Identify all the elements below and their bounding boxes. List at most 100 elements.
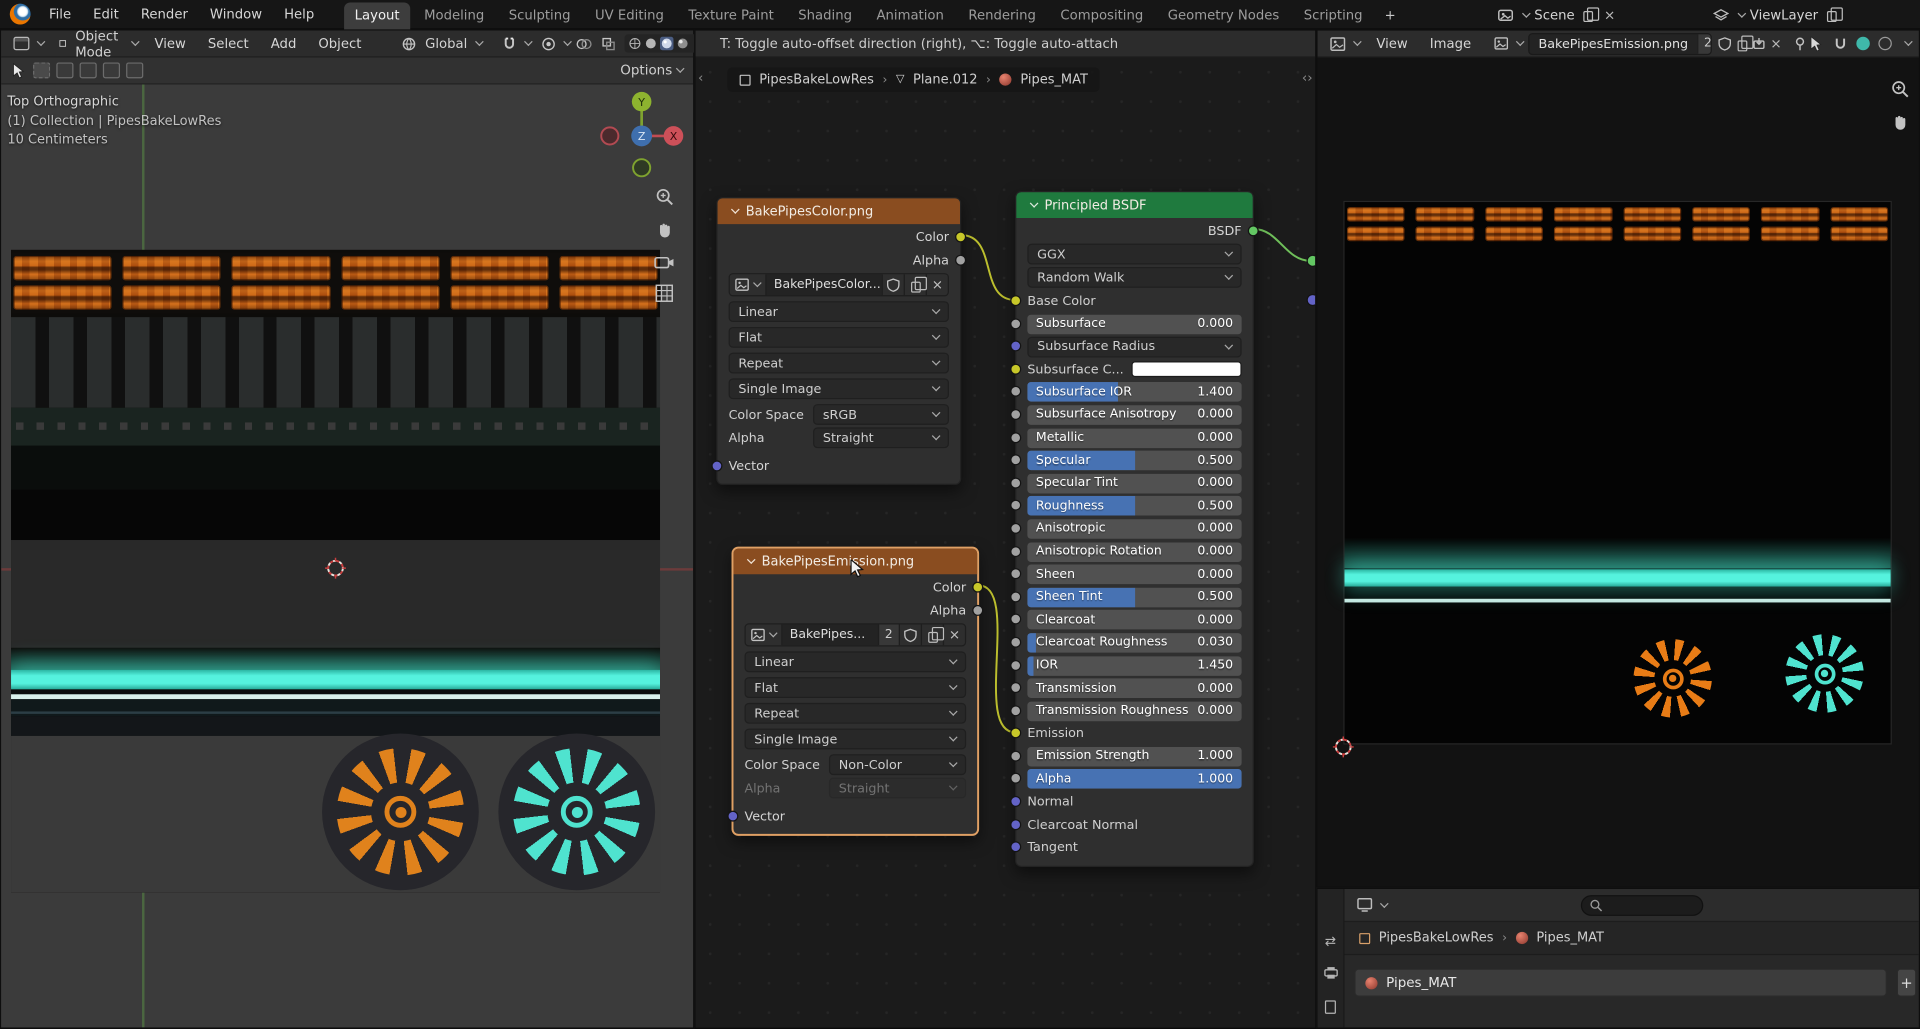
mode-selector[interactable]: Object Mode (54, 28, 144, 60)
socket-subsurface-ior[interactable] (1010, 386, 1021, 397)
collapse-icon[interactable] (747, 555, 756, 564)
add-workspace-button[interactable]: + (1376, 2, 1404, 29)
socket-anisotropic-rotation[interactable] (1010, 546, 1021, 557)
image-name[interactable]: BakePipes... (782, 624, 877, 645)
unlink-image-icon[interactable]: × (926, 274, 948, 295)
display-channels-icon[interactable] (1878, 37, 1891, 50)
value-slider[interactable]: Anisotropic Rotation0.000 (1027, 542, 1241, 562)
output-alpha[interactable]: Alpha (729, 250, 949, 271)
socket-tangent[interactable] (1010, 842, 1021, 853)
socket-vector[interactable] (727, 810, 738, 821)
vector-dropdown[interactable]: Subsurface Radius (1027, 336, 1241, 357)
distribution-row[interactable]: GGX (1027, 244, 1241, 265)
options-dropdown[interactable]: Options (620, 62, 683, 78)
value-slider[interactable]: Sheen Tint0.500 (1027, 587, 1241, 607)
bsdf-input-anisotropic[interactable]: Anisotropic0.000 (1027, 519, 1241, 539)
snap-magnet-icon[interactable] (1833, 36, 1848, 51)
image-datablock-field[interactable]: BakePipesEmission.png 2 (1529, 32, 1712, 54)
socket-emission[interactable] (1010, 728, 1021, 739)
value-slider[interactable]: Metallic0.000 (1027, 428, 1241, 448)
bsdf-input-subsurface[interactable]: Subsurface0.000 (1027, 314, 1241, 334)
value-slider[interactable]: Anisotropic0.000 (1027, 519, 1241, 539)
output-alpha[interactable]: Alpha (744, 600, 966, 621)
select-mode-subtract[interactable] (80, 62, 97, 78)
editor-type-button[interactable] (1325, 36, 1365, 51)
dropdown-linear[interactable]: Linear (729, 301, 949, 322)
menu-view[interactable]: View (1365, 29, 1418, 58)
bsdf-input-subsurface-ior[interactable]: Subsurface IOR1.400 (1027, 383, 1241, 403)
bsdf-input-sheen[interactable]: Sheen0.000 (1027, 565, 1241, 585)
menu-object[interactable]: Object (307, 29, 372, 58)
breadcrumb-mesh[interactable]: Plane.012 (913, 72, 977, 87)
node-principled-bsdf[interactable]: Principled BSDF BSDF GGX Random Walk Bas… (1015, 191, 1254, 867)
subsurface-method-row[interactable]: Random Walk (1027, 267, 1241, 288)
value-slider[interactable]: Subsurface Anisotropy0.000 (1027, 405, 1241, 425)
new-image-icon[interactable] (1734, 35, 1751, 52)
value-slider[interactable]: Transmission Roughness0.000 (1027, 701, 1241, 721)
socket-sheen-tint[interactable] (1010, 591, 1021, 602)
bsdf-input-anisotropic-rotation[interactable]: Anisotropic Rotation0.000 (1027, 542, 1241, 562)
new-view-layer-icon[interactable] (1823, 6, 1840, 23)
grid-toggle-icon[interactable] (655, 284, 673, 302)
add-material-button[interactable]: + (1897, 969, 1917, 997)
workspace-tab-sculpting[interactable]: Sculpting (498, 2, 582, 29)
bsdf-input-subsurface-c[interactable]: Subsurface C... (1027, 360, 1241, 380)
socket-roughness[interactable] (1010, 500, 1021, 511)
dropdown-repeat[interactable]: Repeat (729, 353, 949, 374)
alpha-mode-dropdown[interactable]: Straight (813, 427, 949, 448)
socket-clearcoat-normal[interactable] (1010, 819, 1021, 830)
menu-view[interactable]: View (143, 29, 196, 58)
value-slider[interactable]: Specular0.500 (1027, 451, 1241, 471)
socket-subsurface-c[interactable] (1010, 363, 1021, 374)
navigation-gizmo[interactable]: Y X Z (590, 84, 693, 191)
bsdf-input-roughness[interactable]: Roughness0.500 (1027, 496, 1241, 516)
value-slider[interactable]: Subsurface0.000 (1027, 314, 1241, 334)
workspace-tab-texture-paint[interactable]: Texture Paint (677, 2, 784, 29)
shading-rendered-icon[interactable] (675, 37, 688, 50)
value-slider[interactable]: Clearcoat0.000 (1027, 610, 1241, 630)
value-slider[interactable]: Roughness0.500 (1027, 496, 1241, 516)
socket-sheen[interactable] (1010, 568, 1021, 579)
dropdown-single-image[interactable]: Single Image (729, 378, 949, 399)
value-slider[interactable]: Sheen0.000 (1027, 565, 1241, 585)
socket-base-color[interactable] (1010, 295, 1021, 306)
editor-type-button[interactable] (1352, 898, 1392, 913)
collapse-icon[interactable] (731, 205, 740, 214)
zoom-icon[interactable] (654, 187, 674, 207)
socket-subsurface[interactable] (1010, 318, 1021, 329)
gizmo-x-negative[interactable] (601, 127, 618, 144)
socket-specular-tint[interactable] (1010, 477, 1021, 488)
material-name[interactable]: Pipes_MAT (1386, 975, 1456, 991)
unlink-image-icon[interactable]: × (1768, 36, 1784, 52)
workspace-tab-shading[interactable]: Shading (787, 2, 863, 29)
input-vector[interactable]: Vector (744, 806, 966, 827)
image-name[interactable]: BakePipesEmission.png (1530, 34, 1697, 54)
menu-help[interactable]: Help (273, 0, 325, 29)
fake-user-shield-icon[interactable] (899, 624, 921, 645)
color-space-row[interactable]: Color Space sRGB (729, 404, 949, 425)
properties-editor[interactable]: ⇄ PipesBakeLowRes › Pipes_MAT Pipes_MAT (1316, 888, 1920, 1029)
scene-name[interactable]: Scene (1534, 7, 1574, 23)
users-count-badge[interactable]: 2 (878, 624, 899, 645)
workspace-tab-compositing[interactable]: Compositing (1049, 2, 1154, 29)
properties-tab-printer-icon[interactable] (1323, 966, 1338, 983)
snapping-toggle[interactable] (497, 36, 536, 51)
search-field[interactable] (1581, 895, 1703, 916)
bsdf-input-subsurface-anisotropy[interactable]: Subsurface Anisotropy0.000 (1027, 405, 1241, 425)
scene-selector[interactable]: Scene × (1496, 0, 1617, 29)
fake-user-shield-icon[interactable] (882, 274, 904, 295)
node-canvas[interactable]: ‹ ‹› PipesBakeLowRes › ▽ Plane.012 › Pip… (696, 58, 1316, 1028)
view-layer-selector[interactable]: ViewLayer (1712, 0, 1840, 29)
color-swatch[interactable] (1131, 362, 1242, 378)
node-header[interactable]: BakePipesColor.png (718, 198, 960, 224)
socket-color[interactable] (955, 231, 966, 242)
socket-emission-strength[interactable] (1010, 750, 1021, 761)
zoom-icon[interactable] (1891, 80, 1911, 100)
search-input[interactable] (1608, 898, 1694, 913)
dropdown-linear[interactable]: Linear (744, 651, 966, 672)
socket-transmission[interactable] (1010, 682, 1021, 693)
active-tool-cursor-icon[interactable] (11, 62, 27, 79)
unlink-image-icon[interactable]: × (943, 624, 965, 645)
select-mode-new[interactable] (33, 62, 50, 78)
properties-tab-document-icon[interactable] (1325, 1000, 1336, 1013)
